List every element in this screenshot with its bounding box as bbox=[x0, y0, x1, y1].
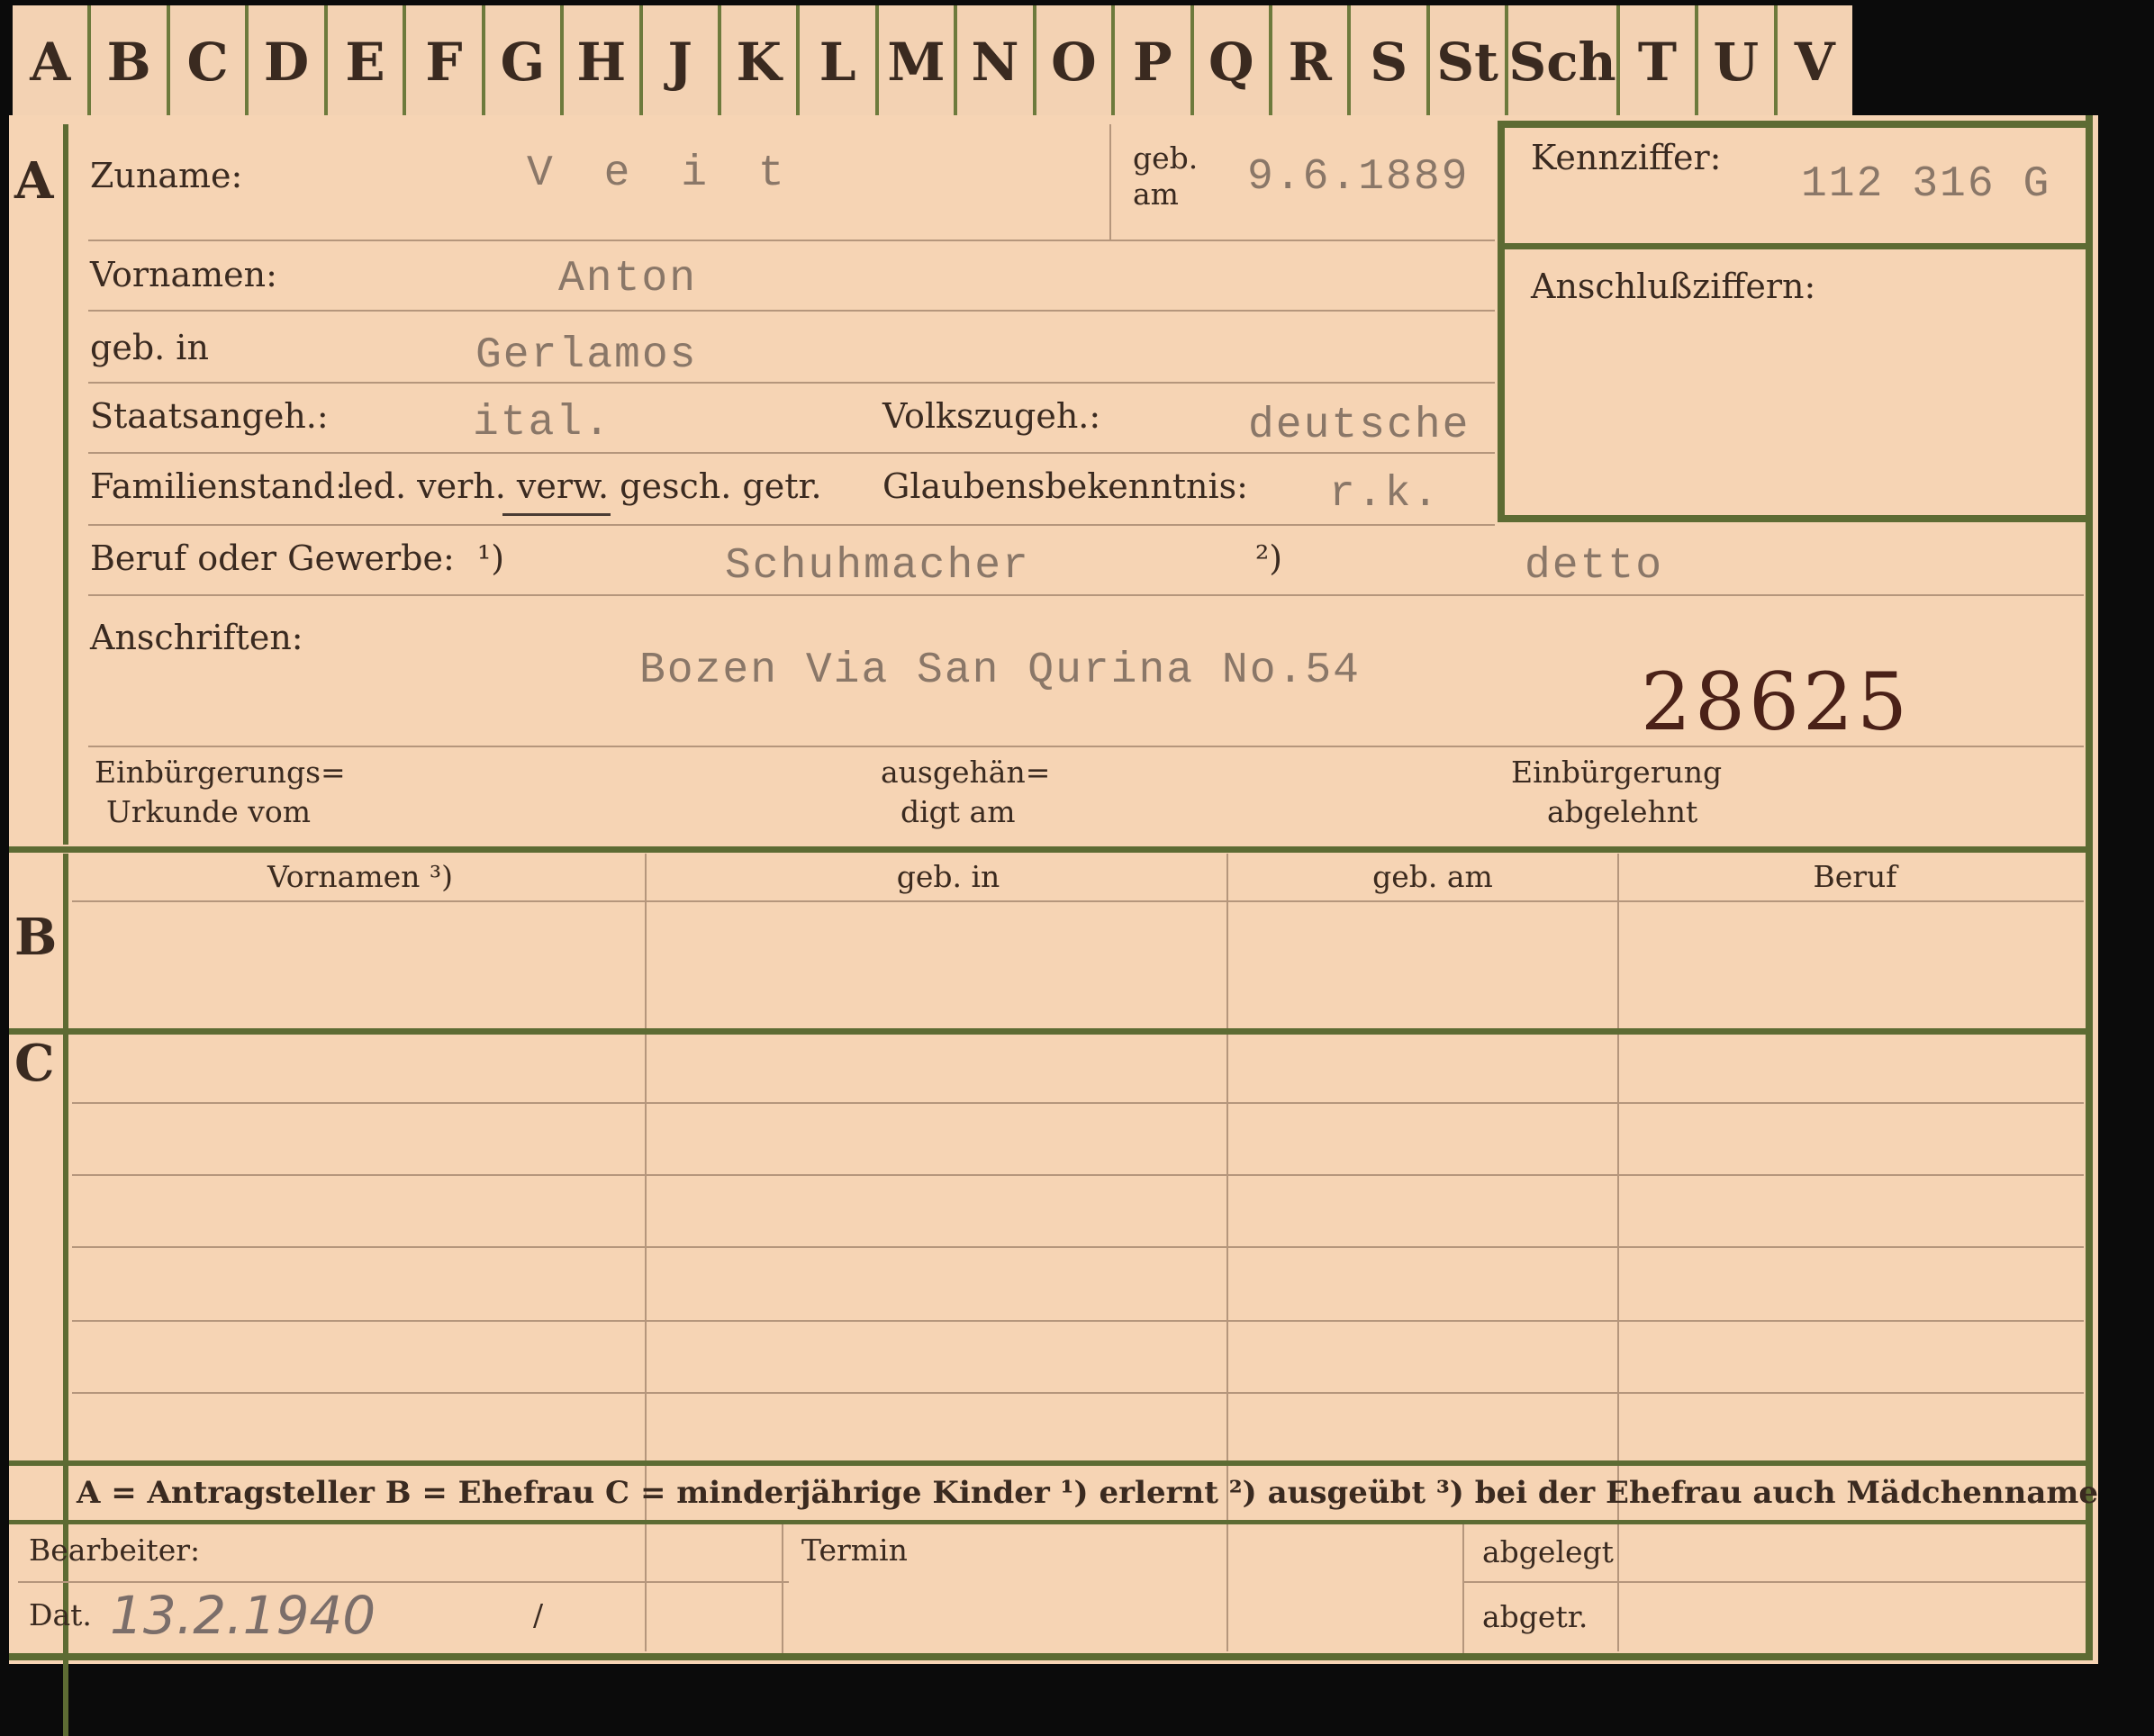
stamp-number: 28625 bbox=[1641, 656, 1911, 748]
einbuergerung-urkunde-label-2: Urkunde vom bbox=[106, 794, 312, 829]
familienstand-underline-verw bbox=[502, 513, 611, 516]
alphabet-tab: Sch bbox=[1505, 5, 1616, 119]
alphabet-tab: J bbox=[638, 5, 718, 119]
alphabet-tab: B bbox=[87, 5, 166, 119]
table-b-header-vornamen: Vornamen ³) bbox=[267, 859, 454, 894]
alphabet-tab: C bbox=[166, 5, 245, 119]
zuname-value: V e i t bbox=[527, 149, 797, 198]
alphabet-tab: R bbox=[1269, 5, 1347, 119]
alphabet-tab: V bbox=[1773, 5, 1852, 119]
registration-card: A B C Zuname: V e i t geb. am 9.6.1889 K… bbox=[9, 115, 2098, 1736]
volkszugeh-label: Volkszugeh.: bbox=[882, 396, 1101, 436]
dat-label: Dat. bbox=[29, 1597, 92, 1632]
alphabet-tab: M bbox=[874, 5, 954, 119]
geb-in-label: geb. in bbox=[90, 328, 209, 367]
alphabet-tab: H bbox=[560, 5, 638, 119]
vornamen-label: Vornamen: bbox=[90, 255, 277, 294]
alphabet-tab: O bbox=[1032, 5, 1111, 119]
einbuergerung-urkunde-label-1: Einbürgerungs= bbox=[95, 755, 346, 790]
kennziffer-value: 112 316 G bbox=[1801, 160, 2051, 209]
abgetr-label: abgetr. bbox=[1482, 1599, 1588, 1634]
abgelegt-label: abgelegt bbox=[1482, 1534, 1614, 1569]
dat-slash: / bbox=[533, 1597, 544, 1632]
alphabet-tab: F bbox=[403, 5, 481, 119]
beruf-label: Beruf oder Gewerbe: bbox=[90, 538, 455, 578]
alphabet-index-tabs: A B C D E F G H J K L M N O P Q R S St Sch T U V bbox=[13, 5, 1852, 119]
table-b-header-geb-in: geb. in bbox=[896, 859, 1000, 894]
beruf-erlernt-value: Schuhmacher bbox=[725, 542, 1030, 591]
bearbeiter-label: Bearbeiter: bbox=[29, 1533, 201, 1568]
ausgehaendigt-label-1: ausgehän= bbox=[881, 755, 1051, 790]
vornamen-value: Anton bbox=[558, 255, 698, 303]
alphabet-tab: T bbox=[1616, 5, 1695, 119]
alphabet-tab: St bbox=[1425, 5, 1505, 119]
section-letter-b: B bbox=[14, 908, 58, 967]
table-b-header-beruf: Beruf bbox=[1813, 859, 1897, 894]
staatsangeh-value: ital. bbox=[473, 399, 612, 448]
kennziffer-label: Kennziffer: bbox=[1531, 138, 1722, 177]
einbuergerung-abgelehnt-label-2: abgelehnt bbox=[1547, 794, 1698, 829]
alphabet-tab: N bbox=[954, 5, 1032, 119]
section-letter-a: A bbox=[14, 151, 54, 211]
familienstand-options: led. verh. verw. gesch. getr. bbox=[342, 466, 822, 506]
beruf-note-1: ¹) bbox=[477, 538, 505, 578]
alphabet-tab: K bbox=[717, 5, 796, 119]
table-b-header-geb-am: geb. am bbox=[1372, 859, 1493, 894]
section-letter-c: C bbox=[14, 1034, 55, 1093]
alphabet-tab: G bbox=[481, 5, 560, 119]
zuname-label: Zuname: bbox=[90, 156, 243, 195]
alphabet-tab: L bbox=[796, 5, 874, 119]
dat-value-handwritten: 13.2.1940 bbox=[110, 1585, 376, 1646]
anschriften-label: Anschriften: bbox=[90, 618, 303, 657]
volkszugeh-value: deutsche bbox=[1248, 402, 1471, 450]
staatsangeh-label: Staatsangeh.: bbox=[90, 396, 329, 436]
alphabet-tab: D bbox=[245, 5, 323, 119]
ausgehaendigt-label-2: digt am bbox=[901, 794, 1016, 829]
legend-text: A = Antragsteller B = Ehefrau C = minder… bbox=[77, 1475, 2098, 1511]
beruf-ausgeuebt-value: detto bbox=[1525, 542, 1664, 591]
geb-am-label-1: geb. bbox=[1133, 140, 1199, 176]
alphabet-tab: U bbox=[1695, 5, 1773, 119]
alphabet-tab: S bbox=[1347, 5, 1425, 119]
glaubensbekenntnis-label: Glaubensbekenntnis: bbox=[882, 466, 1248, 506]
einbuergerung-abgelehnt-label-1: Einbürgerung bbox=[1511, 755, 1723, 790]
termin-label: Termin bbox=[801, 1533, 908, 1568]
beruf-note-2: ²) bbox=[1255, 538, 1283, 578]
alphabet-tab: Q bbox=[1190, 5, 1269, 119]
alphabet-tab: P bbox=[1111, 5, 1190, 119]
anschlussziffern-label: Anschlußziffern: bbox=[1531, 267, 1816, 306]
geb-am-label-2: am bbox=[1133, 176, 1179, 212]
alphabet-tab: A bbox=[30, 32, 71, 93]
geb-am-value: 9.6.1889 bbox=[1247, 153, 1470, 202]
anschrift-value: Bozen Via San Qurina No.54 bbox=[639, 646, 1361, 695]
alphabet-tab: E bbox=[323, 5, 403, 119]
geb-in-value: Gerlamos bbox=[475, 331, 698, 380]
familienstand-label: Familienstand: bbox=[90, 466, 347, 506]
glaubensbekenntnis-value: r.k. bbox=[1329, 470, 1441, 519]
